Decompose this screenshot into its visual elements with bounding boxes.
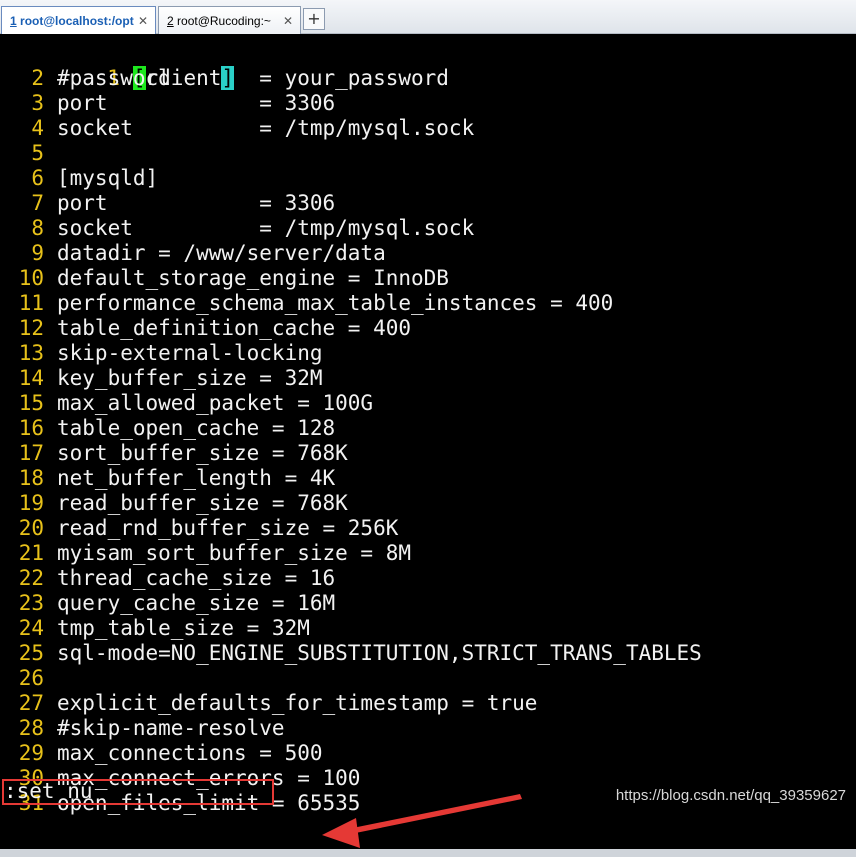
watermark: https://blog.csdn.net/qq_39359627 <box>615 787 846 804</box>
status-strip <box>0 849 856 857</box>
annotation-arrow <box>322 794 522 848</box>
terminal-window: 1 root@localhost:/opt ✕ 2 root@Rucoding:… <box>0 0 856 857</box>
arrow-head <box>322 818 360 848</box>
